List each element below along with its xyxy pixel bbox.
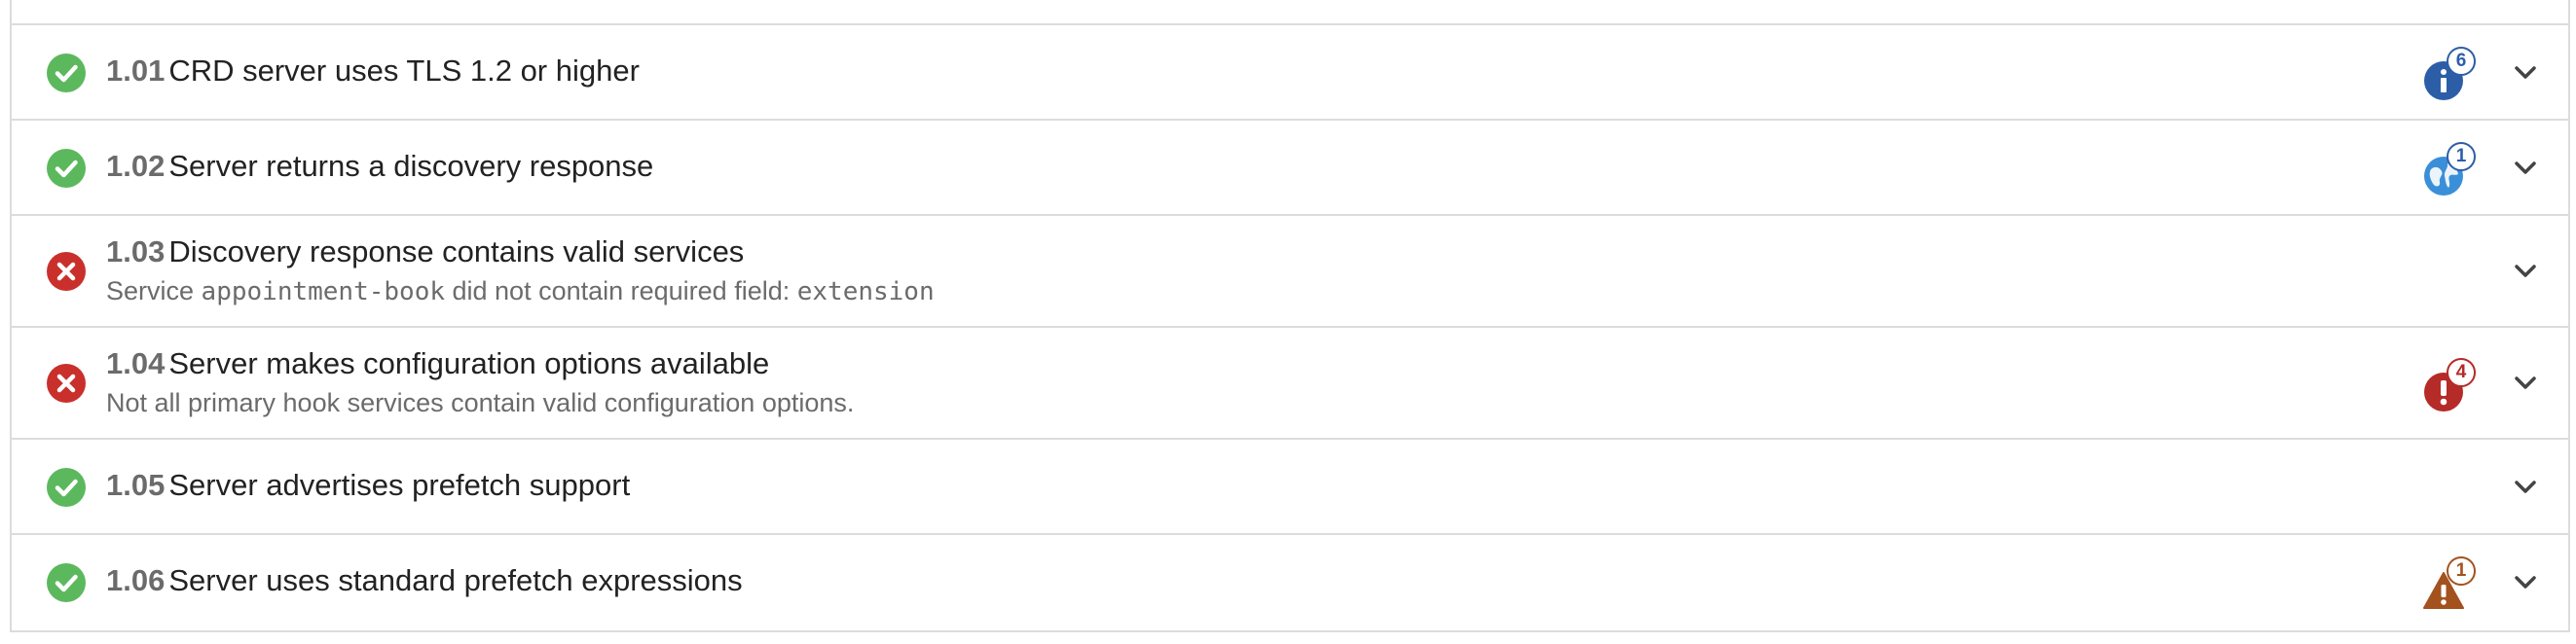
test-text: 1.03 Discovery response contains valid se… [106,233,2374,311]
test-row-1-03[interactable]: 1.03 Discovery response contains valid se… [12,216,2568,328]
detail-middle: did not contain required field: [445,276,797,305]
detail-field-code: extension [796,277,935,306]
test-text: 1.01 CRD server uses TLS 1.2 or higher [106,52,2374,90]
test-text: 1.06 Server uses standard prefetch expres… [106,561,2374,600]
test-title-line: 1.03 Discovery response contains valid se… [106,233,2374,271]
test-title: Server makes configuration options avail… [168,346,770,380]
test-number: 1.04 [106,346,166,380]
test-title-line: 1.05 Server advertises prefetch support [106,466,2374,505]
fail-x-icon [47,364,86,403]
chevron-down-icon[interactable] [2512,474,2539,501]
test-row-1-02[interactable]: 1.02 Server returns a discovery response … [12,121,2568,216]
previous-row-edge [12,0,2568,25]
pass-check-icon [47,468,86,507]
fail-x-icon [47,252,86,291]
test-text: 1.02 Server returns a discovery response [106,147,2374,186]
test-number: 1.02 [106,149,166,183]
test-title: Server uses standard prefetch expression… [168,563,743,597]
test-number: 1.01 [106,54,166,88]
chevron-down-icon[interactable] [2512,258,2539,285]
test-number: 1.03 [106,234,166,268]
pass-check-icon [47,149,86,188]
info-badge[interactable]: 6 [2423,47,2485,101]
test-row-1-04[interactable]: 1.04 Server makes configuration options a… [12,328,2568,440]
test-number: 1.05 [106,468,166,502]
test-detail: Not all primary hook services contain va… [106,388,855,417]
test-number: 1.06 [106,563,166,597]
error-badge[interactable]: 4 [2423,358,2485,412]
detail-prefix: Service [106,276,202,305]
chevron-down-icon[interactable] [2512,59,2539,87]
test-title: Server returns a discovery response [168,149,654,183]
chevron-down-icon[interactable] [2512,155,2539,182]
test-text: 1.04 Server makes configuration options a… [106,344,2374,422]
test-title-line: 1.04 Server makes configuration options a… [106,344,2374,383]
detail-service-code: appointment-book [201,277,445,306]
test-title-line: 1.02 Server returns a discovery response [106,147,2374,186]
test-title-line: 1.06 Server uses standard prefetch expres… [106,561,2374,600]
test-title-line: 1.01 CRD server uses TLS 1.2 or higher [106,52,2374,90]
test-title: CRD server uses TLS 1.2 or higher [168,54,640,88]
info-count: 6 [2447,47,2476,76]
warning-badge[interactable]: 1 [2423,556,2485,611]
request-badge[interactable]: 1 [2423,142,2485,197]
pass-check-icon [47,563,86,602]
test-row-1-06[interactable]: 1.06 Server uses standard prefetch expres… [12,535,2568,630]
chevron-down-icon[interactable] [2512,569,2539,596]
request-count: 1 [2447,142,2476,171]
test-title: Server advertises prefetch support [168,468,631,502]
test-row-1-05[interactable]: 1.05 Server advertises prefetch support [12,440,2568,535]
test-title: Discovery response contains valid servic… [168,234,745,268]
test-text: 1.05 Server advertises prefetch support [106,466,2374,505]
chevron-down-icon[interactable] [2512,370,2539,397]
warning-count: 1 [2447,556,2476,586]
error-count: 4 [2447,358,2476,387]
pass-check-icon [47,54,86,92]
test-results-list: 1.01 CRD server uses TLS 1.2 or higher 6 … [10,0,2570,632]
test-row-1-01[interactable]: 1.01 CRD server uses TLS 1.2 or higher 6 [12,25,2568,121]
test-detail: Service appointment-book did not contain… [106,271,2374,311]
